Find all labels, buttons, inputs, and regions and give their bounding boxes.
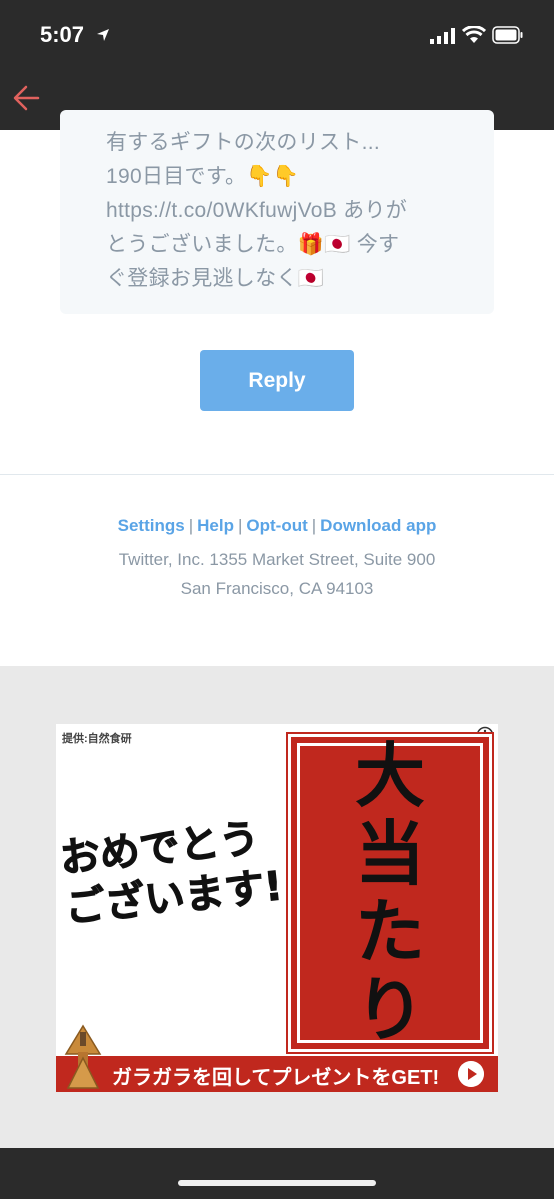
footer-address-line2: San Francisco, CA 94103 bbox=[180, 579, 374, 598]
status-time: 5:07 bbox=[40, 22, 85, 47]
ad-vertical-char: 当 bbox=[355, 813, 425, 895]
opt-out-link[interactable]: Opt-out bbox=[246, 516, 307, 535]
message-line: ぐ登録お見逃しなく🇯🇵 bbox=[106, 267, 325, 290]
ad-vertical-char: た bbox=[355, 891, 425, 973]
status-bar: 5:07 bbox=[0, 0, 554, 68]
link-separator: | bbox=[237, 516, 243, 535]
tower-icon bbox=[64, 1024, 102, 1089]
home-bar bbox=[0, 1148, 554, 1199]
ad-cta-band[interactable]: ガラガラを回してプレゼントをGET! bbox=[56, 1056, 498, 1092]
home-indicator[interactable] bbox=[178, 1180, 376, 1186]
help-link[interactable]: Help bbox=[197, 516, 234, 535]
cellular-signal-icon bbox=[430, 28, 455, 44]
footer-links: Settings | Help | Opt-out | Download app bbox=[0, 516, 554, 536]
ad-banner[interactable]: 提供:自然食研 大 当 た り おめでとう ございます! ガラガラを回してプレゼ… bbox=[56, 724, 498, 1092]
message-line: とうございました。🎁🇯🇵 今す bbox=[106, 233, 400, 256]
wifi-icon bbox=[462, 26, 486, 43]
message-line: 有するギフトの次のリスト... bbox=[106, 131, 381, 154]
ad-provider-label: 提供:自然食研 bbox=[62, 733, 132, 745]
download-app-link[interactable]: Download app bbox=[320, 516, 436, 535]
footer-address-line1: Twitter, Inc. 1355 Market Street, Suite … bbox=[118, 550, 436, 569]
ad-vertical-char: り bbox=[355, 969, 425, 1051]
message-line: 190日目です。👇👇 bbox=[106, 165, 300, 188]
settings-link[interactable]: Settings bbox=[118, 516, 185, 535]
link-separator: | bbox=[188, 516, 194, 535]
ad-cta-text: ガラガラを回してプレゼントをGET! bbox=[112, 1067, 440, 1089]
reply-button[interactable]: Reply bbox=[200, 350, 354, 411]
battery-icon bbox=[492, 26, 523, 44]
back-arrow-icon[interactable] bbox=[10, 80, 50, 116]
location-arrow-icon bbox=[97, 29, 109, 41]
play-icon[interactable] bbox=[458, 1061, 484, 1087]
message-line[interactable]: https://t.co/0WKfuwjVoB ありが bbox=[106, 194, 466, 228]
ad-vertical-char: 大 bbox=[355, 735, 425, 817]
tweet-message-text: 有するギフトの次のリスト... 190日目です。👇👇 https://t.co/… bbox=[106, 126, 466, 296]
link-separator: | bbox=[311, 516, 317, 535]
divider bbox=[0, 474, 554, 475]
